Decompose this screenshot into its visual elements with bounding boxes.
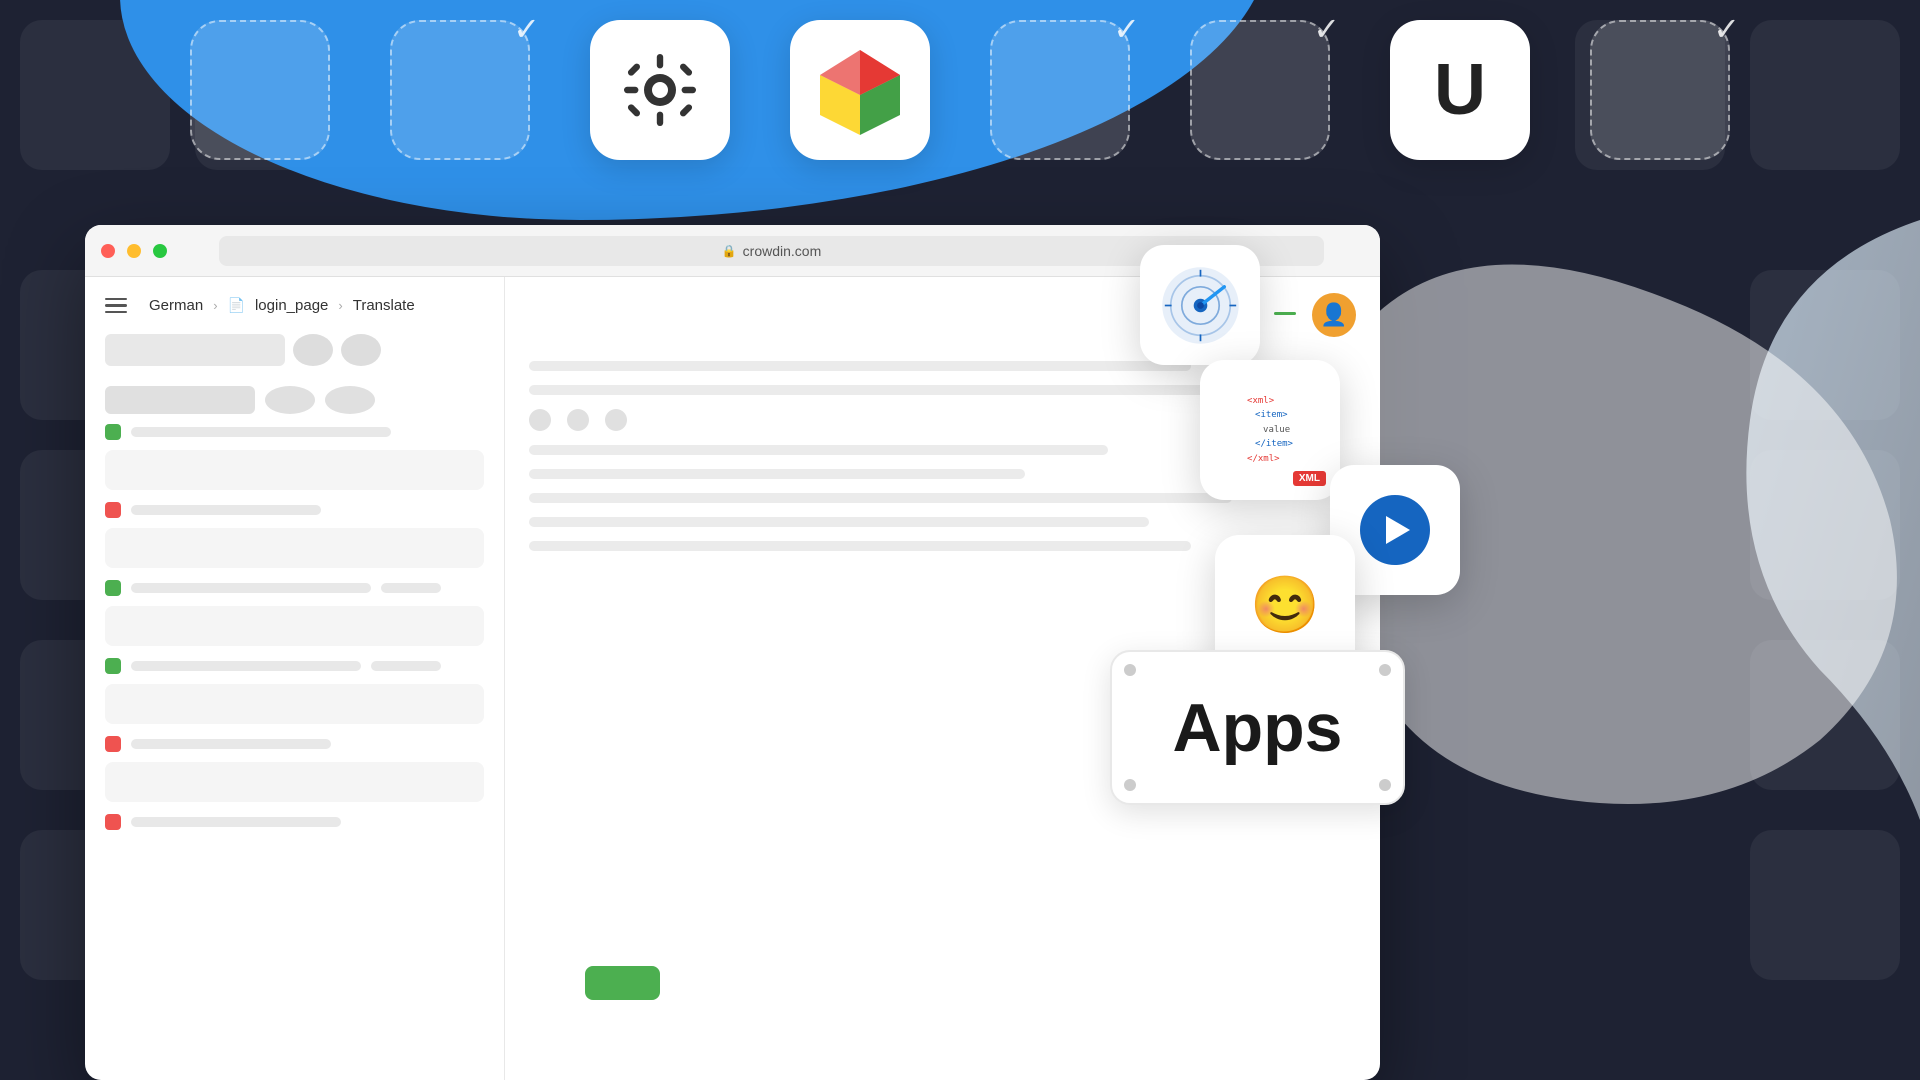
status-dot-red xyxy=(105,814,121,830)
gear-icon xyxy=(620,50,700,130)
content-ph-row xyxy=(529,361,1191,371)
xml-icon-content: <xml> <item> value </item> </xml> XML xyxy=(1237,384,1303,476)
minimize-button[interactable] xyxy=(127,244,141,258)
top-icon-cube xyxy=(790,20,930,160)
top-icon-ghost1 xyxy=(190,20,330,160)
cube-icon xyxy=(810,40,910,140)
row-bar xyxy=(131,505,321,515)
table-row xyxy=(105,386,484,414)
table-row xyxy=(105,424,484,440)
maximize-button[interactable] xyxy=(153,244,167,258)
table-row xyxy=(105,580,484,596)
top-icon-gear xyxy=(590,20,730,160)
top-icon-ghost3: ✓ xyxy=(990,20,1130,160)
row-bar xyxy=(131,583,371,593)
url-text: crowdin.com xyxy=(743,243,822,259)
row-bar xyxy=(131,427,391,437)
content-ph-row xyxy=(529,385,1273,395)
u-letter-icon: U xyxy=(1434,54,1486,126)
row-placeholder xyxy=(105,386,255,414)
radar-app-icon xyxy=(1140,245,1260,365)
row-bar xyxy=(131,817,341,827)
corner-dot-br xyxy=(1379,779,1391,791)
top-icons-row: ✓ xyxy=(0,20,1920,160)
row-bar xyxy=(131,661,361,671)
row-bar-short xyxy=(381,583,441,593)
content-placeholder xyxy=(105,528,484,568)
content-placeholder xyxy=(105,450,484,490)
user-avatar[interactable]: 👤 xyxy=(1312,293,1356,337)
top-icon-ghost4: ✓ xyxy=(1190,20,1330,160)
status-dot-green xyxy=(105,658,121,674)
top-icon-u: U xyxy=(1390,20,1530,160)
radar-icon xyxy=(1158,263,1243,348)
check-icon: ✓ xyxy=(1113,10,1140,48)
breadcrumb-file-icon: 📄 xyxy=(228,297,245,314)
play-icon xyxy=(1360,495,1430,565)
breadcrumb-german[interactable]: German xyxy=(149,297,203,314)
content-ph-row xyxy=(529,445,1108,455)
content-placeholder xyxy=(105,762,484,802)
breadcrumb-translate[interactable]: Translate xyxy=(353,297,415,314)
green-action-button[interactable] xyxy=(585,966,660,1000)
close-button[interactable] xyxy=(101,244,115,258)
content-placeholder xyxy=(105,684,484,724)
emoji-icon: 😊 xyxy=(1250,577,1320,633)
hamburger-icon[interactable] xyxy=(105,298,127,314)
breadcrumb-file[interactable]: login_page xyxy=(255,297,328,314)
content-ph-row xyxy=(529,517,1149,527)
apps-title: Apps xyxy=(1173,689,1343,767)
filter-dot2 xyxy=(341,334,381,366)
breadcrumb-chevron2: › xyxy=(338,298,342,313)
table-row xyxy=(105,502,484,518)
filter-row xyxy=(105,334,484,366)
table-row xyxy=(105,736,484,752)
table-row xyxy=(105,814,484,830)
filter-dot1 xyxy=(293,334,333,366)
corner-dot-tr xyxy=(1379,664,1391,676)
row-bar xyxy=(131,739,331,749)
table-row xyxy=(105,658,484,674)
row-bar-short xyxy=(371,661,441,671)
corner-dot-bl xyxy=(1124,779,1136,791)
top-icon-ghost5: ✓ xyxy=(1590,20,1730,160)
breadcrumb: German › 📄 login_page › Translate xyxy=(105,297,484,314)
corner-dot-tl xyxy=(1124,664,1136,676)
check-icon: ✓ xyxy=(1713,10,1740,48)
lock-icon: 🔒 xyxy=(722,244,737,258)
browser-sidebar: German › 📄 login_page › Translate xyxy=(85,277,505,1080)
status-dot-red xyxy=(105,502,121,518)
filter-input[interactable] xyxy=(105,334,285,366)
progress-bar-indicator xyxy=(1274,312,1296,315)
xml-app-icon: <xml> <item> value </item> </xml> XML xyxy=(1200,360,1340,500)
check-icon: ✓ xyxy=(513,10,540,48)
apps-card: Apps xyxy=(1110,650,1405,805)
content-ph-row xyxy=(529,541,1191,551)
content-placeholder xyxy=(105,606,484,646)
status-dot-red xyxy=(105,736,121,752)
content-ph-row xyxy=(529,493,1232,503)
content-ph-row xyxy=(529,469,1025,479)
breadcrumb-chevron1: › xyxy=(213,298,217,313)
top-icon-ghost2: ✓ xyxy=(390,20,530,160)
status-dot-green xyxy=(105,580,121,596)
check-icon: ✓ xyxy=(1313,10,1340,48)
status-dot-green xyxy=(105,424,121,440)
